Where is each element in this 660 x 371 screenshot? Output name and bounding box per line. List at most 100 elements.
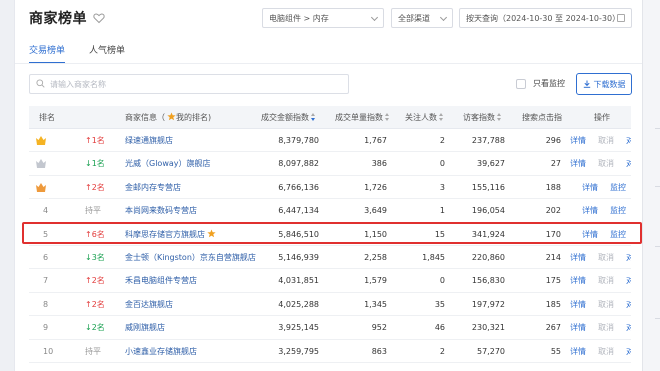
detail-link[interactable]: 详情 bbox=[582, 199, 598, 222]
search-icon bbox=[36, 79, 45, 88]
ranking-table: 排名 商家信息（ 我的排名) 成交金额指数 成交单量指数 关注人数 访客指数 搜索… bbox=[29, 106, 631, 371]
cancel-monitor-link[interactable]: 取消 bbox=[598, 246, 614, 269]
volume-index-value: 2,258 bbox=[364, 253, 387, 262]
compare-link[interactable]: 对比 bbox=[626, 152, 631, 175]
store-link[interactable]: 光威（Gloway）旗舰店 bbox=[125, 152, 211, 175]
monitor-link[interactable]: 监控 bbox=[610, 223, 626, 246]
store-link[interactable]: 金邮内存专营店 bbox=[125, 176, 181, 199]
compare-link[interactable]: 对比 bbox=[626, 129, 631, 152]
store-link[interactable]: 金士顿（Kingston）京东自营旗舰店 bbox=[125, 246, 256, 269]
cancel-monitor-link[interactable]: 取消 bbox=[598, 269, 614, 292]
rank-change: ↑2名 bbox=[85, 176, 105, 199]
table-row: 9 ↓2名 威刚旗舰店 3,925,145 952 46 230,321 267 详情取消对比 bbox=[29, 316, 631, 340]
cancel-monitor-link[interactable]: 取消 bbox=[598, 316, 614, 339]
cancel-monitor-link[interactable]: 取消 bbox=[598, 152, 614, 175]
store-link[interactable]: 绿速通旗舰店 bbox=[125, 129, 173, 152]
rank-change-value: 1名 bbox=[91, 136, 105, 145]
rank-change-value: 1名 bbox=[91, 159, 105, 169]
tab-popularity-ranking[interactable]: 人气榜单 bbox=[89, 40, 125, 64]
detail-link[interactable]: 详情 bbox=[570, 340, 586, 363]
compare-link[interactable]: 对比 bbox=[626, 246, 631, 269]
rank-number: 9 bbox=[43, 323, 49, 333]
cancel-monitor-link[interactable]: 取消 bbox=[598, 293, 614, 316]
store-link[interactable]: 科摩思存储官方旗舰店 bbox=[125, 223, 216, 246]
store-link[interactable]: 禾昌电脑组件专营店 bbox=[125, 269, 197, 292]
monitor-only-label: 只看监控 bbox=[533, 79, 565, 88]
store-name: 金百达旗舰店 bbox=[125, 299, 173, 309]
visitor-index-value: 237,788 bbox=[471, 136, 505, 145]
volume-index-value: 3,649 bbox=[364, 206, 387, 216]
follow-count-value: 2 bbox=[439, 136, 445, 145]
store-link[interactable]: 本尚网来数码专营店 bbox=[125, 199, 197, 222]
download-icon bbox=[583, 80, 590, 88]
monitor-only-checkbox[interactable] bbox=[516, 79, 526, 89]
detail-link[interactable]: 详情 bbox=[570, 152, 586, 175]
rank-change-value: 2名 bbox=[91, 299, 105, 309]
detail-link[interactable]: 详情 bbox=[570, 246, 586, 269]
chevron-down-icon bbox=[439, 13, 448, 22]
volume-index-value: 1,150 bbox=[364, 229, 387, 239]
category-select[interactable]: 电脑组件 > 内存 bbox=[262, 8, 384, 28]
col-volume-index[interactable]: 成交单量指数 bbox=[335, 106, 390, 129]
detail-link[interactable]: 详情 bbox=[570, 293, 586, 316]
compare-link[interactable]: 对比 bbox=[626, 340, 631, 363]
page-header: 商家榜单 bbox=[29, 6, 105, 30]
click-index-value: 170 bbox=[545, 229, 561, 239]
tab-trade-ranking[interactable]: 交易榜单 bbox=[29, 40, 66, 64]
col-visitor-index[interactable]: 访客指数 bbox=[463, 106, 502, 129]
arrow-up-icon: ↑ bbox=[85, 182, 92, 192]
detail-link[interactable]: 详情 bbox=[570, 129, 586, 152]
rank-number: 5 bbox=[43, 229, 49, 239]
col-store-suffix: 我的排名) bbox=[176, 113, 212, 122]
rank-change: ↑2名 bbox=[85, 269, 105, 292]
store-link[interactable]: 小速鑫业存储旗舰店 bbox=[125, 340, 197, 363]
rank-change: ↓2名 bbox=[85, 316, 105, 339]
heart-icon[interactable] bbox=[93, 12, 105, 24]
col-rank: 排名 bbox=[39, 113, 55, 122]
monitor-link[interactable]: 监控 bbox=[610, 176, 626, 199]
compare-link[interactable]: 对比 bbox=[626, 316, 631, 339]
cancel-monitor-link[interactable]: 取消 bbox=[598, 340, 614, 363]
channel-select[interactable]: 全部渠道 bbox=[391, 8, 453, 28]
left-sidebar-strip bbox=[0, 0, 14, 371]
click-index-value: 202 bbox=[545, 206, 561, 216]
detail-link[interactable]: 详情 bbox=[582, 223, 598, 246]
follow-count-value: 0 bbox=[439, 159, 445, 169]
rank-change-value: 3名 bbox=[91, 253, 105, 262]
compare-link[interactable]: 对比 bbox=[626, 269, 631, 292]
volume-index-value: 952 bbox=[371, 323, 387, 333]
col-follow[interactable]: 关注人数 bbox=[405, 106, 444, 129]
date-picker[interactable]: 按天查询（2024-10-30 至 2024-10-30） bbox=[459, 8, 632, 28]
tab-bar: 交易榜单 人气榜单 bbox=[29, 40, 149, 64]
col-ops: 操作 bbox=[594, 113, 610, 122]
rank-change-value: 2名 bbox=[91, 276, 105, 286]
channel-select-value: 全部渠道 bbox=[398, 13, 430, 23]
col-trade-index[interactable]: 成交金额指数 bbox=[261, 106, 316, 129]
download-button[interactable]: 下载数据 bbox=[576, 73, 632, 95]
monitor-link[interactable]: 监控 bbox=[610, 199, 626, 222]
table-row: 5 ↑6名 科摩思存储官方旗舰店 5,846,510 1,150 15 341,924 170… bbox=[29, 222, 631, 246]
detail-link[interactable]: 详情 bbox=[570, 269, 586, 292]
strip-tick bbox=[655, 318, 660, 319]
store-link[interactable]: 威刚旗舰店 bbox=[125, 316, 165, 339]
volume-index-value: 1,579 bbox=[364, 276, 387, 286]
detail-link[interactable]: 详情 bbox=[570, 316, 586, 339]
compare-link[interactable]: 对比 bbox=[626, 293, 631, 316]
store-name: 光威（Gloway）旗舰店 bbox=[125, 159, 211, 169]
ranking-panel: 商家榜单 电脑组件 > 内存 全部渠道 按天查询（2024-10-30 至 20… bbox=[14, 0, 643, 371]
detail-link[interactable]: 详情 bbox=[582, 176, 598, 199]
store-link[interactable]: 金百达旗舰店 bbox=[125, 293, 173, 316]
cancel-monitor-link[interactable]: 取消 bbox=[598, 129, 614, 152]
rank-change-value: 6名 bbox=[91, 229, 105, 239]
col-click-index[interactable]: 搜索点击指 bbox=[522, 106, 562, 129]
sort-icon bbox=[497, 113, 502, 121]
table-row: ↑1名 绿速通旗舰店 8,379,780 1,767 2 237,788 296 详情取消对比 bbox=[29, 129, 631, 153]
bronze-medal-icon bbox=[36, 182, 46, 192]
rank-change: 持平 bbox=[85, 199, 101, 222]
search-input[interactable]: 请输入商家名称 bbox=[29, 74, 349, 94]
volume-index-value: 1,345 bbox=[364, 299, 387, 309]
table-row: 8 ↑2名 金百达旗舰店 4,025,288 1,345 35 197,972 185 详情 取消… bbox=[29, 292, 631, 317]
follow-count-value: 35 bbox=[434, 299, 445, 309]
arrow-up-icon: ↑ bbox=[85, 276, 92, 286]
sort-icon bbox=[439, 113, 444, 121]
